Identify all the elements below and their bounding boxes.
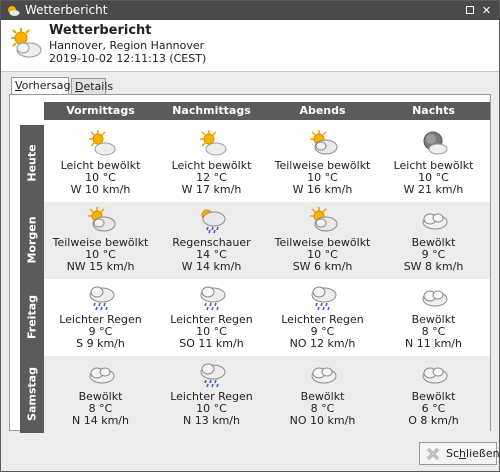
column-header-vormittags: Vormittags: [66, 104, 135, 117]
forecast-cell: Bewölkt 8 °C N 11 km/h: [377, 279, 490, 356]
close-icon: [426, 447, 440, 461]
row-cells: Teilweise bewölkt 10 °C NW 15 km/h Regensch…: [44, 202, 490, 279]
sun-cloud-icon: [86, 129, 116, 157]
maximize-button[interactable]: [466, 6, 474, 14]
wind-text: N 11 km/h: [405, 337, 462, 350]
partly-cloudy-icon: [308, 206, 338, 234]
wind-text: W 14 km/h: [181, 260, 242, 273]
header-timestamp: 2019-10-02 12:11:13 (CEST): [49, 52, 207, 65]
close-button-label: Schließen: [446, 447, 500, 460]
wind-text: NW 15 km/h: [66, 260, 135, 273]
forecast-cell: Leicht bewölkt 10 °C W 10 km/h: [44, 125, 157, 202]
row-label-text: Morgen: [25, 216, 39, 264]
tab-details[interactable]: Details: [71, 78, 113, 95]
column-header-nachmittags: Nachmittags: [172, 104, 251, 117]
forecast-row-freitag: Freitag Leichter Regen 9 °C S 9 km/h Leichte…: [20, 279, 490, 356]
app-icon: [8, 6, 20, 16]
row-label: Freitag: [20, 279, 44, 356]
wind-text: O 8 km/h: [408, 414, 459, 427]
rain-icon: [308, 283, 338, 311]
forecast-cell: Leicht bewölkt 10 °C W 21 km/h: [377, 125, 490, 202]
forecast-row-morgen: Morgen Teilweise bewölkt 10 °C NW 15 km/h Re…: [20, 202, 490, 279]
wind-text: NO 12 km/h: [289, 337, 356, 350]
header-location: Hannover, Region Hannover: [49, 39, 205, 52]
sun-cloud-icon: [197, 129, 227, 157]
partly-cloudy-icon: [308, 129, 338, 157]
wind-text: S 9 km/h: [76, 337, 125, 350]
cloud-icon: [308, 360, 338, 388]
forecast-cell: Teilweise bewölkt 10 °C W 16 km/h: [266, 125, 379, 202]
rain-icon: [197, 283, 227, 311]
close-button[interactable]: Schließen: [419, 442, 500, 465]
row-label-text: Samstag: [25, 367, 39, 421]
row-label: Samstag: [20, 356, 44, 433]
cloud-icon: [419, 283, 449, 311]
forecast-cell: Bewölkt 8 °C N 14 km/h: [44, 356, 157, 433]
forecast-cell: Regenschauer 14 °C W 14 km/h: [155, 202, 268, 279]
wind-text: N 14 km/h: [72, 414, 129, 427]
window-title: Wetterbericht: [25, 3, 108, 17]
wind-text: W 21 km/h: [403, 183, 464, 196]
wind-text: SW 6 km/h: [292, 260, 353, 273]
rain-icon: [86, 283, 116, 311]
row-label-text: Heute: [25, 144, 39, 182]
forecast-cell: Teilweise bewölkt 10 °C NW 15 km/h: [44, 202, 157, 279]
forecast-row-samstag: Samstag Bewölkt 8 °C N 14 km/h Leichter Rege…: [20, 356, 490, 433]
tab-label: Vorhersage: [15, 79, 78, 92]
row-cells: Leichter Regen 9 °C S 9 km/h Leichter Regen…: [44, 279, 490, 356]
forecast-cell: Leichter Regen 10 °C SO 11 km/h: [155, 279, 268, 356]
sun-shower-icon: [197, 206, 227, 234]
partly-cloudy-icon: [86, 206, 116, 234]
row-label: Heute: [20, 125, 44, 202]
close-window-button[interactable]: ✕: [481, 5, 492, 16]
forecast-cell: Leicht bewölkt 12 °C W 17 km/h: [155, 125, 268, 202]
cloud-icon: [86, 360, 116, 388]
forecast-cell: Bewölkt 8 °C NO 10 km/h: [266, 356, 379, 433]
forecast-cell: Leichter Regen 9 °C NO 12 km/h: [266, 279, 379, 356]
weather-window: Wetterbericht ✕ Wetterbericht Hannover, …: [0, 0, 500, 472]
forecast-cell: Leichter Regen 10 °C N 13 km/h: [155, 356, 268, 433]
cloud-icon: [419, 360, 449, 388]
wind-text: N 13 km/h: [183, 414, 240, 427]
report-header: Wetterbericht Hannover, Region Hannover …: [1, 20, 499, 72]
wind-text: W 10 km/h: [70, 183, 131, 196]
wind-text: W 16 km/h: [292, 183, 353, 196]
column-header-bar: Vormittags Nachmittags Abends Nachts: [44, 102, 490, 120]
wind-text: SO 11 km/h: [179, 337, 244, 350]
row-label: Morgen: [20, 202, 44, 279]
forecast-cell: Leichter Regen 9 °C S 9 km/h: [44, 279, 157, 356]
rain-icon: [197, 360, 227, 388]
sun-cloud-icon: [11, 28, 42, 58]
row-label-text: Freitag: [25, 294, 39, 340]
row-cells: Leicht bewölkt 10 °C W 10 km/h Leicht bewöl…: [44, 125, 490, 202]
header-title: Wetterbericht: [49, 23, 152, 38]
forecast-cell: Bewölkt 9 °C SW 8 km/h: [377, 202, 490, 279]
cloud-icon: [419, 206, 449, 234]
forecast-cell: Bewölkt 6 °C O 8 km/h: [377, 356, 490, 433]
column-header-abends: Abends: [299, 104, 346, 117]
forecast-cell: Teilweise bewölkt 10 °C SW 6 km/h: [266, 202, 379, 279]
wind-text: SW 8 km/h: [403, 260, 464, 273]
wind-text: NO 10 km/h: [289, 414, 356, 427]
forecast-row-heute: Heute Leicht bewölkt 10 °C W 10 km/h Leicht …: [20, 125, 490, 202]
column-header-nachts: Nachts: [412, 104, 455, 117]
wind-text: W 17 km/h: [181, 183, 242, 196]
row-cells: Bewölkt 8 °C N 14 km/h Leichter Regen 10 °C N…: [44, 356, 490, 433]
forecast-panel: Vormittags Nachmittags Abends Nachts Heu…: [9, 94, 491, 433]
moon-cloud-icon: [419, 129, 449, 157]
titlebar[interactable]: Wetterbericht ✕: [1, 1, 499, 20]
tab-label: Details: [75, 80, 114, 93]
